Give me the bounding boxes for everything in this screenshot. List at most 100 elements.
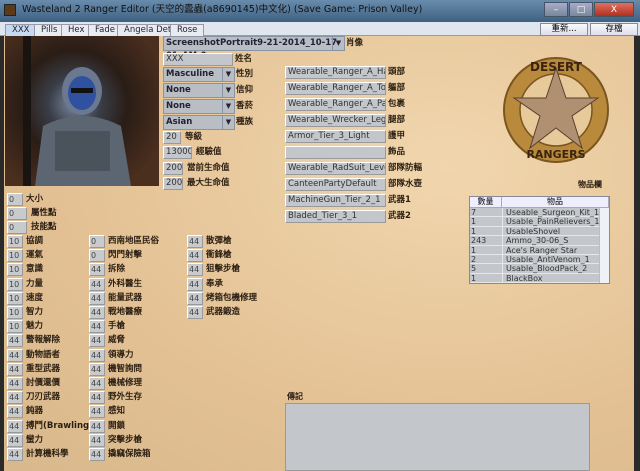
stat-input[interactable]: 44 (89, 448, 105, 461)
stat-input[interactable]: 44 (89, 291, 105, 305)
max-hp-input[interactable]: 200 (163, 177, 183, 190)
tab-xxx[interactable]: XXX (5, 24, 37, 36)
bio-textarea[interactable] (285, 403, 590, 471)
name-input[interactable]: XXX (163, 53, 233, 66)
stat-input[interactable]: 10 (7, 235, 23, 248)
stat-label: 計算機科學 (26, 449, 69, 459)
save-button[interactable]: 存檔 (590, 23, 638, 36)
stat-input[interactable]: 10 (7, 306, 23, 319)
stat-input[interactable]: 44 (89, 405, 105, 419)
stat-input[interactable]: 44 (89, 362, 105, 376)
chevron-down-icon: ▼ (332, 37, 344, 50)
equipment-label: 包裹 (388, 99, 406, 109)
stat-input[interactable]: 44 (89, 334, 105, 348)
stat-label: 手槍 (108, 321, 126, 332)
stat-input[interactable]: 10 (7, 291, 23, 305)
smoke-select[interactable]: None ▼ (163, 99, 235, 114)
equipment-slot[interactable]: CanteenPartyDefault (285, 178, 386, 191)
stat-input[interactable]: 44 (7, 348, 23, 362)
stat-label: 西南地區民俗 (108, 236, 160, 246)
stat-label: 戰地醫療 (108, 307, 143, 317)
stat-input[interactable]: 0 (89, 249, 105, 263)
stat-input[interactable]: 44 (7, 334, 23, 348)
equipment-slot[interactable] (285, 146, 386, 159)
minimize-button[interactable]: – (544, 2, 568, 17)
item-qty: 5 (471, 264, 477, 274)
stat-input[interactable]: 44 (89, 348, 105, 362)
stat-input[interactable]: 44 (89, 377, 105, 390)
stat-input[interactable]: 10 (7, 249, 23, 263)
stat-input[interactable]: 44 (7, 391, 23, 405)
stat-input[interactable]: 44 (89, 419, 105, 433)
equipment-slot[interactable]: Armor_Tier_3_Light (285, 130, 386, 143)
attribute-points-input[interactable]: 0 (7, 207, 27, 220)
inventory-row[interactable]: 2 Usable_AntiVenom_1 (470, 254, 609, 265)
item-name: Ammo_30-06_S (502, 236, 599, 245)
stat-input[interactable]: 0 (89, 235, 105, 248)
stat-label: 衝鋒槍 (206, 250, 232, 261)
stat-input[interactable]: 44 (89, 391, 105, 405)
equipment-slot[interactable]: MachineGun_Tier_2_1 (285, 194, 386, 207)
inventory-row[interactable]: 5 Usable_BloodPack_2 (470, 264, 609, 274)
level-input[interactable]: 20 (163, 131, 181, 144)
chevron-down-icon: ▼ (222, 100, 234, 113)
stat-input[interactable]: 44 (187, 277, 203, 291)
stat-label: 重型武器 (26, 363, 61, 374)
inventory-row[interactable]: 1 Usable_PainRelievers_1 (470, 217, 609, 227)
close-button[interactable]: X (594, 2, 634, 17)
stat-input[interactable]: 44 (187, 291, 203, 305)
item-name: Ace's Ranger Star (502, 245, 599, 255)
skill-points-input[interactable]: 0 (7, 221, 27, 234)
stat-input[interactable]: 44 (7, 377, 23, 390)
inventory-row[interactable]: 1 BlackBox (470, 273, 609, 284)
tab-hex[interactable]: Hex (61, 24, 92, 36)
equipment-slot[interactable]: Wearable_Ranger_A_Torso_E (285, 82, 386, 95)
stat-input[interactable]: 44 (89, 306, 105, 319)
stat-input[interactable]: 44 (89, 277, 105, 291)
stat-input[interactable]: 44 (89, 263, 105, 277)
reload-button[interactable]: 重新... (540, 23, 588, 36)
window-title: Wasteland 2 Ranger Editor (天空的蠹蟲(a869014… (22, 4, 423, 15)
portrait-select[interactable]: ScreenshotPortrait9-21-2014_10-17-01_AM-… (163, 36, 345, 61)
religion-select[interactable]: None ▼ (163, 83, 235, 98)
stat-input[interactable]: 44 (187, 306, 203, 319)
stat-input[interactable]: 44 (7, 405, 23, 419)
stat-label: 智力 (26, 307, 44, 317)
equipment-slot[interactable]: Wearable_Ranger_A_Hair_C (285, 66, 386, 79)
stat-label: 能量武器 (108, 292, 143, 303)
inventory-scrollbar[interactable] (599, 208, 609, 284)
race-select[interactable]: Asian ▼ (163, 115, 235, 130)
maximize-button[interactable]: □ (569, 2, 593, 17)
stat-input[interactable]: 44 (89, 320, 105, 334)
item-header[interactable]: 物品 (502, 197, 609, 207)
inventory-row[interactable]: 7 Useable_Surgeon_Kit_1 (470, 208, 609, 218)
xp-label: 經驗值 (196, 147, 222, 157)
stat-input[interactable]: 44 (89, 433, 105, 447)
stat-input[interactable]: 44 (187, 263, 203, 277)
stat-input[interactable]: 44 (187, 249, 203, 263)
inventory-row[interactable]: 243 Ammo_30-06_S (470, 236, 609, 246)
gender-select[interactable]: Masculine ▼ (163, 67, 235, 82)
item-qty: 243 (471, 236, 487, 246)
stat-input[interactable]: 44 (7, 419, 23, 433)
size-input[interactable]: 0 (7, 193, 23, 206)
equipment-slot[interactable]: Wearable_Wrecker_Legs (285, 114, 386, 127)
inventory-row[interactable]: 1 Ace's Ranger Star (470, 245, 609, 255)
stat-label: 感知 (108, 406, 126, 417)
tab-rose[interactable]: Rose (170, 24, 205, 36)
equipment-slot[interactable]: Bladed_Tier_3_1 (285, 210, 386, 223)
stat-input[interactable]: 44 (187, 235, 203, 248)
equipment-slot[interactable]: Wearable_Ranger_A_Packs_C (285, 98, 386, 111)
stat-input[interactable]: 10 (7, 320, 23, 334)
stat-input[interactable]: 44 (7, 448, 23, 461)
current-hp-input[interactable]: 200 (163, 162, 183, 175)
stat-input[interactable]: 10 (7, 263, 23, 277)
inventory-row[interactable]: 1 UsableShovel (470, 226, 609, 237)
stat-input[interactable]: 10 (7, 277, 23, 291)
xp-input[interactable]: 13000 (163, 146, 192, 159)
equipment-slot[interactable]: Wearable_RadSuit_Level_1 (285, 162, 386, 175)
qty-header[interactable]: 數量 (470, 197, 502, 207)
stat-input[interactable]: 44 (7, 362, 23, 376)
stat-input[interactable]: 44 (7, 433, 23, 447)
tab-pills[interactable]: Pills (34, 24, 65, 36)
